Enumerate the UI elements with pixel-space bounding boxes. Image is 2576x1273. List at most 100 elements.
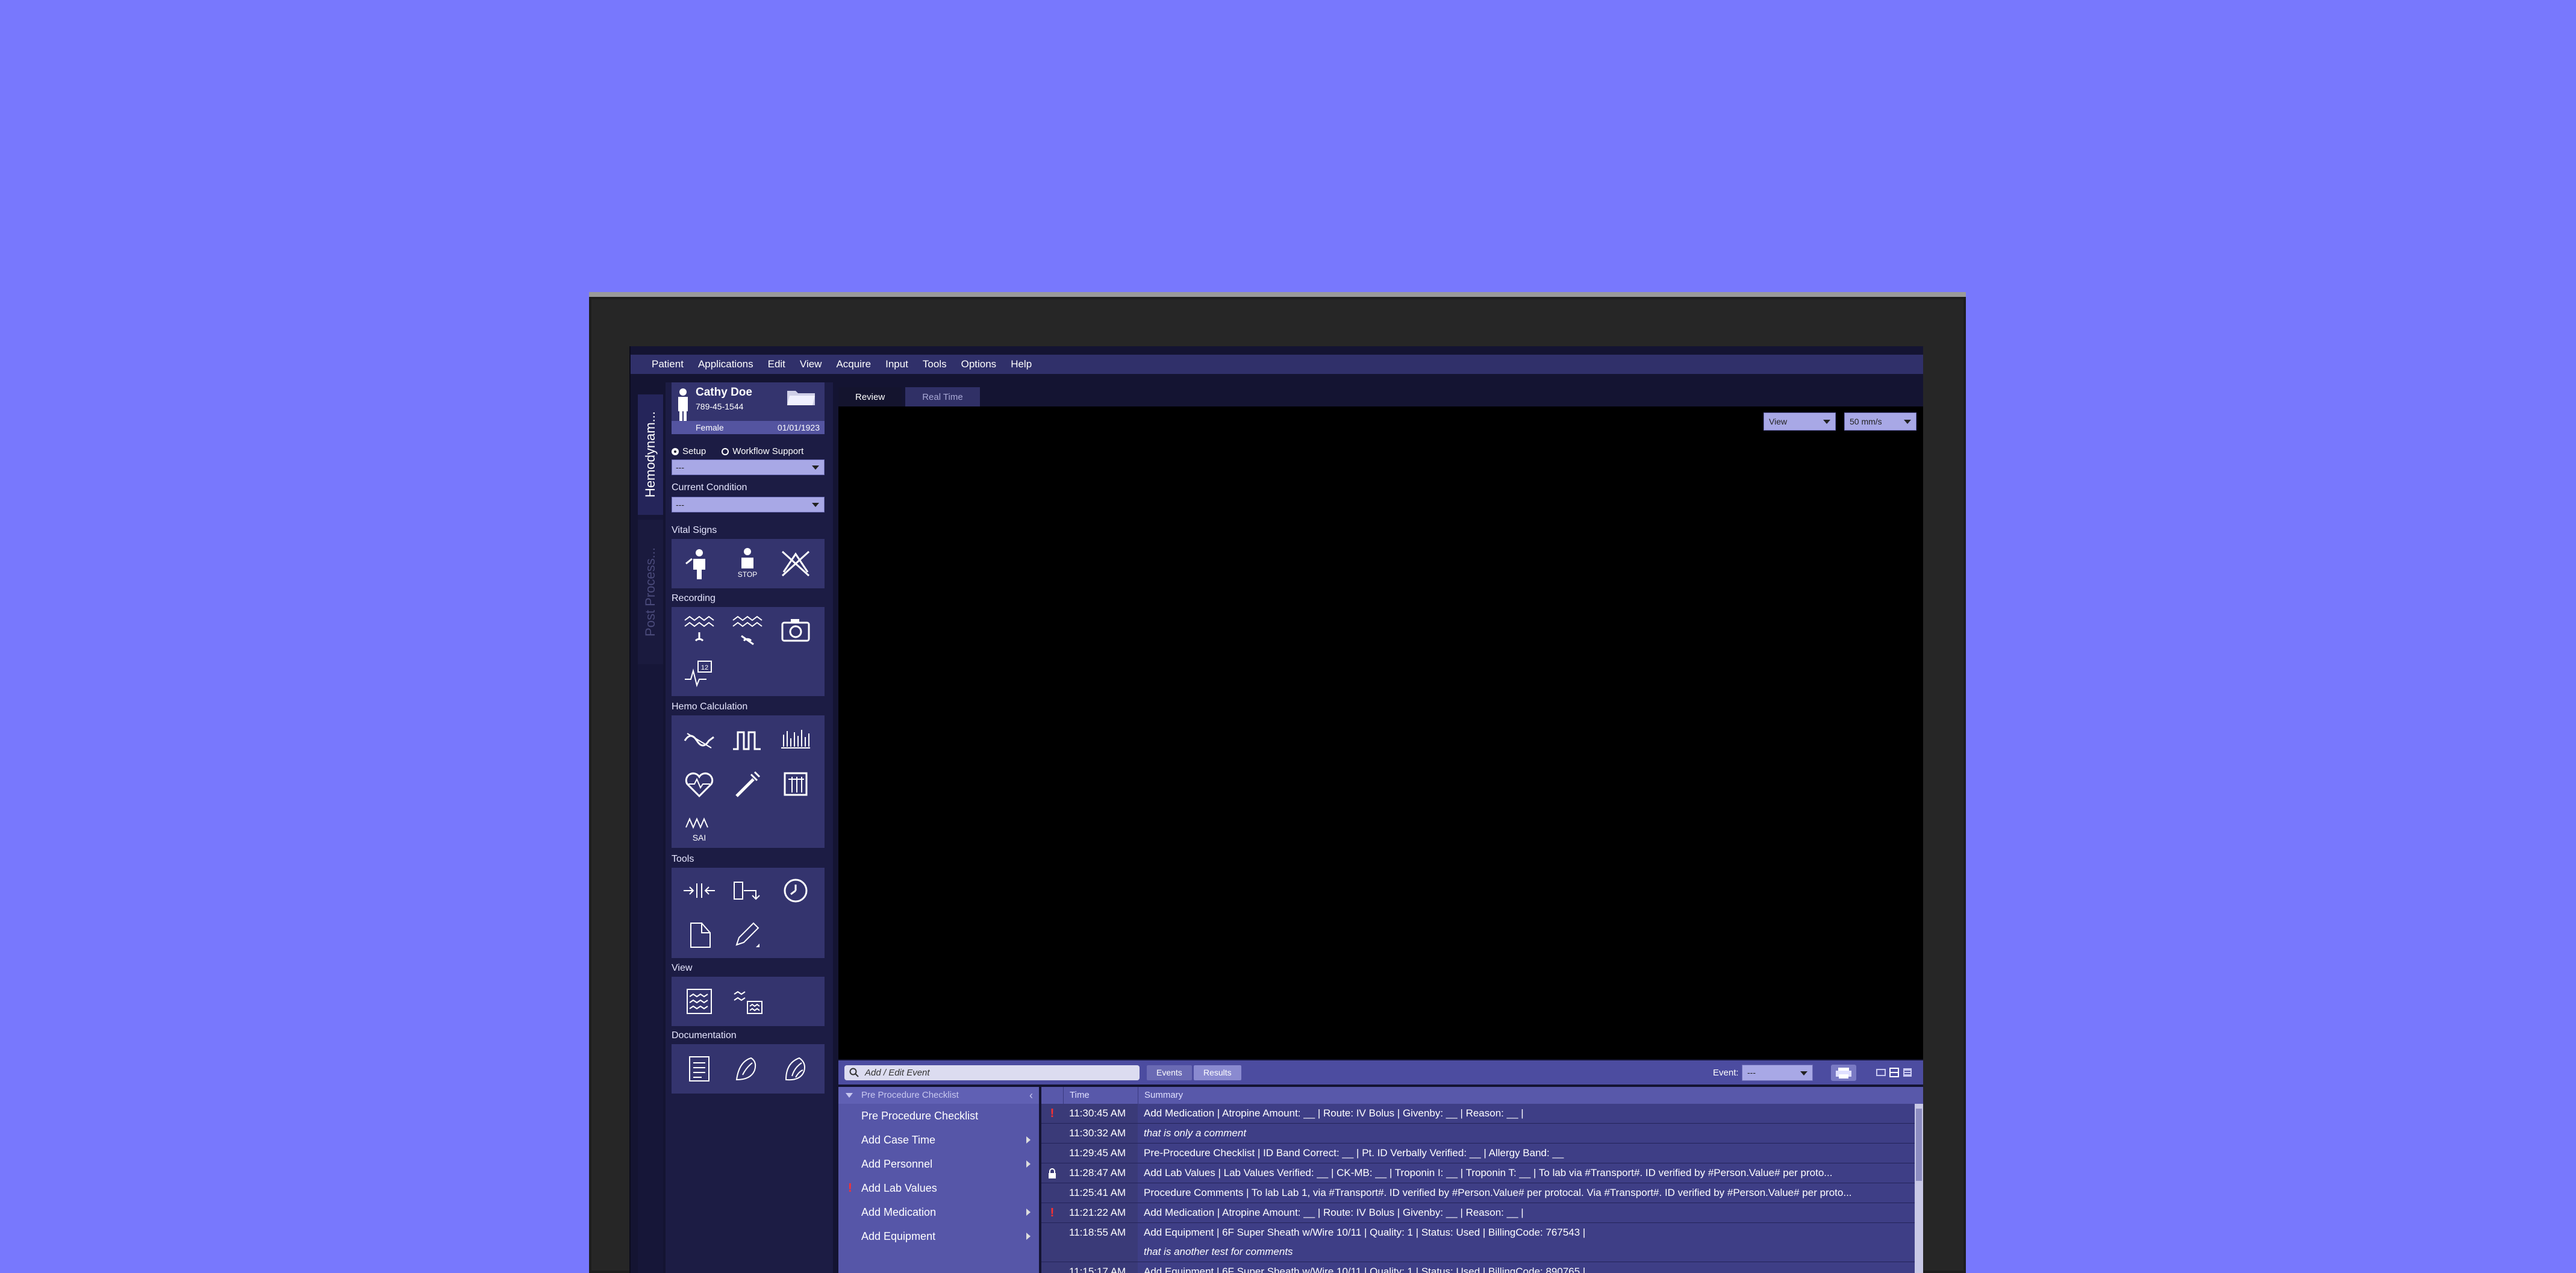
person-icon: [678, 388, 688, 425]
stop-text: STOP: [738, 570, 757, 579]
view-waveform-icon[interactable]: [681, 983, 717, 1019]
patient-id: 789-45-1544: [696, 402, 744, 411]
checklist-item-medication[interactable]: Add Medication: [838, 1200, 1039, 1224]
view-split-waveform-icon[interactable]: [729, 983, 766, 1019]
condition-dropdown[interactable]: ---: [672, 497, 825, 512]
view-label: View: [672, 963, 693, 973]
table-row[interactable]: 11:30:32 AM that is only a comment: [1041, 1124, 1923, 1144]
search-icon: [849, 1068, 859, 1077]
header-time[interactable]: Time: [1064, 1087, 1138, 1104]
menu-applications[interactable]: Applications: [698, 358, 753, 370]
report-icon[interactable]: [681, 1051, 717, 1087]
chevron-left-icon[interactable]: ‹: [1029, 1087, 1033, 1104]
checklist-item-equipment[interactable]: Add Equipment: [838, 1224, 1039, 1248]
add-edit-event-input[interactable]: Add / Edit Event: [844, 1065, 1140, 1080]
anatomy-icon[interactable]: [729, 1051, 766, 1087]
checklist-item-case-time[interactable]: Add Case Time: [838, 1128, 1039, 1152]
multi-waveform-icon[interactable]: [778, 723, 814, 759]
folder-icon[interactable]: [786, 388, 816, 406]
vital-cancel-icon[interactable]: [778, 546, 814, 582]
layout-list-icon[interactable]: [1902, 1067, 1913, 1078]
view-dropdown[interactable]: View: [1764, 412, 1836, 431]
menu-input[interactable]: Input: [885, 358, 908, 370]
heart-icon[interactable]: [681, 766, 717, 802]
recording-label: Recording: [672, 593, 716, 603]
patient-card[interactable]: Cathy Doe 789-45-1544 Female 01/01/1923: [672, 382, 825, 434]
checklist-item-lab-values[interactable]: ! Add Lab Values: [838, 1176, 1039, 1200]
checklist-item-pre-procedure[interactable]: Pre Procedure Checklist: [838, 1104, 1039, 1128]
tab-post-process[interactable]: Post Process...: [638, 520, 663, 664]
menu-patient[interactable]: Patient: [652, 358, 684, 370]
menu-options[interactable]: Options: [961, 358, 997, 370]
tab-hemodynamics[interactable]: Hemodynam...: [638, 394, 663, 515]
setup-label: Setup: [682, 446, 706, 456]
print-button[interactable]: [1831, 1065, 1856, 1081]
coronary-icon[interactable]: [778, 1051, 814, 1087]
document-icon[interactable]: [681, 916, 717, 952]
layout-split-icon[interactable]: [1889, 1067, 1900, 1078]
chevron-down-icon: [1800, 1071, 1807, 1075]
header-summary[interactable]: Summary: [1138, 1087, 1923, 1104]
tab-events[interactable]: Events: [1147, 1065, 1192, 1080]
table-scrollbar[interactable]: [1915, 1104, 1923, 1273]
chevron-down-icon: [1823, 420, 1830, 424]
table-row[interactable]: ! 11:21:22 AM Add Medication | Atropine …: [1041, 1203, 1923, 1223]
chevron-down-icon: [812, 503, 819, 507]
compress-icon[interactable]: [681, 873, 717, 909]
row-time: 11:21:22 AM: [1063, 1203, 1138, 1222]
menu-view[interactable]: View: [800, 358, 822, 370]
sai-icon[interactable]: SAI: [681, 809, 717, 845]
condition-dropdown-value: ---: [676, 500, 684, 509]
mode-dropdown[interactable]: ---: [672, 459, 825, 475]
current-condition-label: Current Condition: [672, 482, 747, 493]
catheter-icon[interactable]: [729, 766, 766, 802]
vital-stop-icon[interactable]: STOP: [729, 546, 766, 582]
scrollbar-thumb[interactable]: [1916, 1109, 1922, 1181]
hemo-waveform-icon[interactable]: [681, 723, 717, 759]
camera-icon[interactable]: [778, 612, 814, 648]
event-filter-dropdown[interactable]: ---: [1742, 1065, 1813, 1081]
table-row[interactable]: ! 11:30:45 AM Add Medication | Atropine …: [1041, 1104, 1923, 1124]
vital-start-icon[interactable]: [681, 546, 717, 582]
clock-icon[interactable]: [778, 873, 814, 909]
patient-dob: 01/01/1923: [777, 423, 820, 432]
record-waveform-icon[interactable]: [681, 612, 717, 648]
row-flag: [1041, 1124, 1063, 1143]
calculator-table-icon[interactable]: [778, 766, 814, 802]
table-row[interactable]: 11:18:55 AM Add Equipment | 6F Super She…: [1041, 1223, 1923, 1262]
pulse-waveform-icon[interactable]: [729, 723, 766, 759]
recording-panel: 12: [672, 607, 825, 696]
table-row[interactable]: 11:15:17 AM Add Equipment | 6F Super She…: [1041, 1262, 1923, 1273]
collapse-triangle-icon: [846, 1093, 853, 1098]
menu-acquire[interactable]: Acquire: [836, 358, 871, 370]
speed-dropdown-value: 50 mm/s: [1850, 417, 1882, 426]
layout-single-icon[interactable]: [1876, 1067, 1886, 1078]
menu-tools[interactable]: Tools: [923, 358, 947, 370]
measure-icon[interactable]: [729, 873, 766, 909]
menu-help[interactable]: Help: [1011, 358, 1032, 370]
tab-real-time[interactable]: Real Time: [905, 387, 980, 406]
pencil-icon[interactable]: [729, 916, 766, 952]
app-window: Patient Applications Edit View Acquire I…: [629, 346, 1923, 1273]
tab-hemodynamics-label: Hemodynam...: [643, 411, 658, 498]
setup-radio[interactable]: [672, 447, 679, 455]
workflow-radio[interactable]: [722, 447, 729, 455]
tab-results[interactable]: Results: [1194, 1065, 1241, 1080]
table-row[interactable]: 11:28:47 AM Add Lab Values | Lab Values …: [1041, 1163, 1923, 1183]
speed-dropdown[interactable]: 50 mm/s: [1844, 412, 1916, 431]
menu-edit[interactable]: Edit: [768, 358, 785, 370]
ecg-12-lead-icon[interactable]: 12: [681, 655, 717, 691]
table-row[interactable]: 11:29:45 AM Pre-Procedure Checklist | ID…: [1041, 1144, 1923, 1163]
waveform-display[interactable]: View 50 mm/s: [838, 406, 1923, 1059]
row-flag: [1041, 1223, 1063, 1262]
checklist-header[interactable]: Pre Procedure Checklist ‹: [838, 1087, 1039, 1104]
tools-panel: [672, 868, 825, 958]
checklist-item-personnel[interactable]: Add Personnel: [838, 1152, 1039, 1176]
table-row[interactable]: 11:25:41 AM Procedure Comments | To lab …: [1041, 1183, 1923, 1203]
row-summary: Add Equipment | 6F Super Sheath w/Wire 1…: [1138, 1262, 1923, 1273]
tab-review[interactable]: Review: [838, 387, 902, 406]
record-waveform-stop-icon[interactable]: [729, 612, 766, 648]
workflow-label: Workflow Support: [732, 446, 804, 456]
row-flag: !: [1041, 1104, 1063, 1123]
row-summary: Add Medication | Atropine Amount: __ | R…: [1138, 1104, 1923, 1123]
